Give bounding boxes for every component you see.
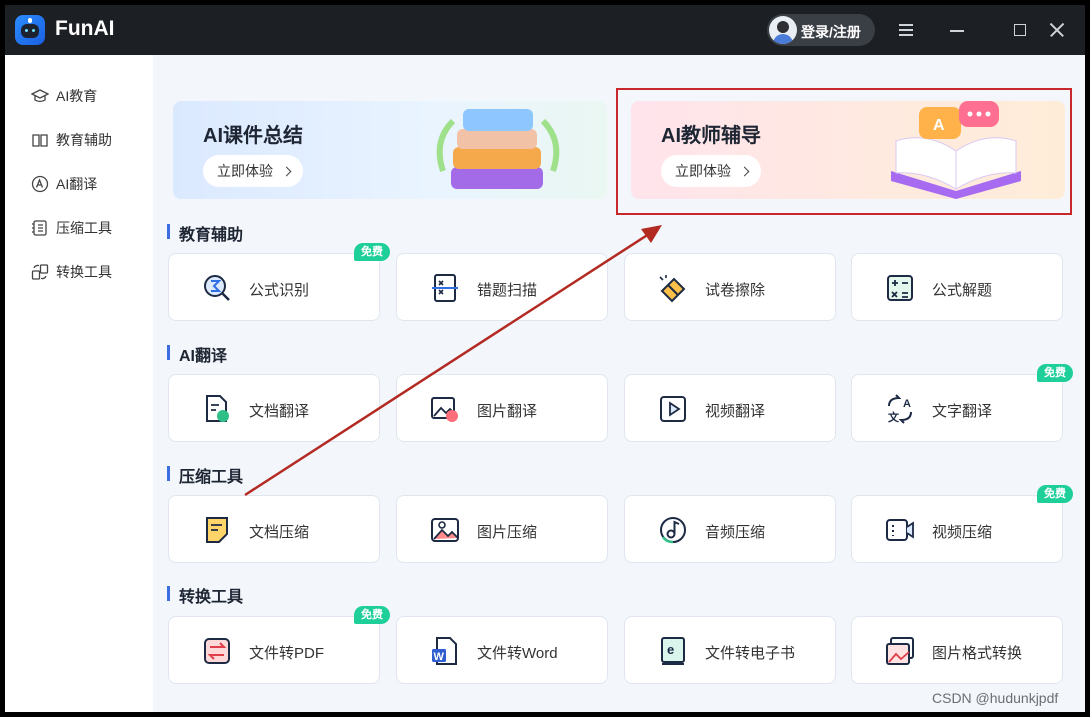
sidebar-item-edu-assist[interactable]: 教育辅助 (31, 127, 141, 153)
card-document-compress[interactable]: 文档压缩 (168, 495, 380, 563)
free-badge: 免费 (354, 243, 390, 261)
free-badge: 免费 (354, 606, 390, 624)
sidebar-item-compress[interactable]: 压缩工具 (31, 215, 141, 241)
try-now-button[interactable]: 立即体验 (203, 155, 303, 187)
video-play-icon (660, 396, 686, 422)
translate-a-icon (31, 175, 49, 193)
card-document-translate[interactable]: 文档翻译 (168, 374, 380, 442)
app-title: FunAI (55, 17, 115, 40)
card-formula-solve[interactable]: 公式解题 (851, 253, 1063, 321)
convert-pdf-icon (204, 638, 230, 664)
books-stack-illustration-icon (436, 109, 560, 189)
section-title-ai-translate: AI翻译 (167, 342, 227, 366)
image-translate-icon (431, 397, 458, 422)
section-title-compress: 压缩工具 (167, 463, 243, 487)
app-window: FunAI 登录/注册 AI教育 教育辅助 AI翻译 压缩工具 转换工具 AI课… (5, 5, 1085, 712)
sidebar: AI教育 教育辅助 AI翻译 压缩工具 转换工具 (5, 55, 153, 712)
compress-document-icon (206, 517, 228, 543)
sidebar-item-ai-education[interactable]: AI教育 (31, 83, 141, 109)
card-file-to-word[interactable]: W 文件转Word (396, 616, 608, 684)
svg-text:e: e (667, 642, 674, 657)
card-video-translate[interactable]: 视频翻译 (624, 374, 836, 442)
audio-note-icon (660, 517, 686, 544)
image-compress-icon (431, 518, 459, 542)
free-badge: 免费 (1037, 485, 1073, 503)
open-book-icon (32, 134, 48, 147)
card-image-format-convert[interactable]: 图片格式转换 (851, 616, 1063, 684)
watermark-text: CSDN @hudunkjpdf (932, 690, 1059, 706)
login-register-button[interactable]: 登录/注册 (767, 14, 875, 46)
svg-text:A: A (903, 398, 911, 410)
text-translate-icon: 文 A (888, 394, 912, 424)
section-title-edu-assist: 教育辅助 (167, 221, 243, 245)
ebook-icon: e (661, 637, 685, 665)
chevron-right-icon (281, 166, 292, 176)
close-icon[interactable] (1045, 18, 1069, 42)
svg-text:文: 文 (888, 410, 900, 424)
card-audio-compress[interactable]: 音频压缩 (624, 495, 836, 563)
maximize-icon[interactable] (1008, 18, 1032, 42)
card-file-to-ebook[interactable]: e 文件转电子书 (624, 616, 836, 684)
svg-text:W: W (434, 651, 445, 663)
convert-icon (31, 264, 49, 280)
card-formula-recognition[interactable]: 公式识别 (168, 253, 380, 321)
card-text-translate[interactable]: 文 A 文字翻译 (851, 374, 1063, 442)
card-video-compress[interactable]: 视频压缩 (851, 495, 1063, 563)
graduation-cap-icon (31, 89, 49, 103)
compress-file-icon (32, 220, 47, 236)
avatar (769, 16, 797, 44)
calculator-icon (887, 275, 913, 301)
sidebar-item-convert[interactable]: 转换工具 (31, 259, 141, 285)
video-camera-icon (886, 519, 914, 541)
banner-title: AI课件总结 (203, 125, 303, 147)
card-wrong-question-scan[interactable]: 错题扫描 (396, 253, 608, 321)
sigma-search-icon (204, 275, 230, 301)
free-badge: 免费 (1037, 364, 1073, 382)
funai-logo-icon (15, 15, 45, 45)
login-register-label: 登录/注册 (801, 24, 861, 40)
main-content: AI课件总结 立即体验 AI教师辅导 立即体验 A 教育辅助 公式识别 免费 错… (153, 55, 1085, 712)
scan-document-icon (432, 274, 458, 302)
card-image-compress[interactable]: 图片压缩 (396, 495, 608, 563)
banner-courseware-summary[interactable]: AI课件总结 立即体验 (173, 101, 607, 199)
card-image-translate[interactable]: 图片翻译 (396, 374, 608, 442)
sidebar-item-ai-translate[interactable]: AI翻译 (31, 171, 141, 197)
menu-icon[interactable] (894, 18, 918, 42)
eraser-icon (659, 275, 686, 303)
image-convert-icon (886, 637, 914, 665)
document-translate-icon (206, 395, 229, 422)
card-file-to-pdf[interactable]: 文件转PDF (168, 616, 380, 684)
minimize-icon[interactable] (945, 18, 969, 42)
card-paper-erase[interactable]: 试卷擦除 (624, 253, 836, 321)
annotation-highlight-box (616, 88, 1072, 215)
word-document-icon: W (432, 637, 457, 665)
section-title-convert: 转换工具 (167, 583, 243, 607)
title-bar: FunAI 登录/注册 (5, 5, 1085, 55)
